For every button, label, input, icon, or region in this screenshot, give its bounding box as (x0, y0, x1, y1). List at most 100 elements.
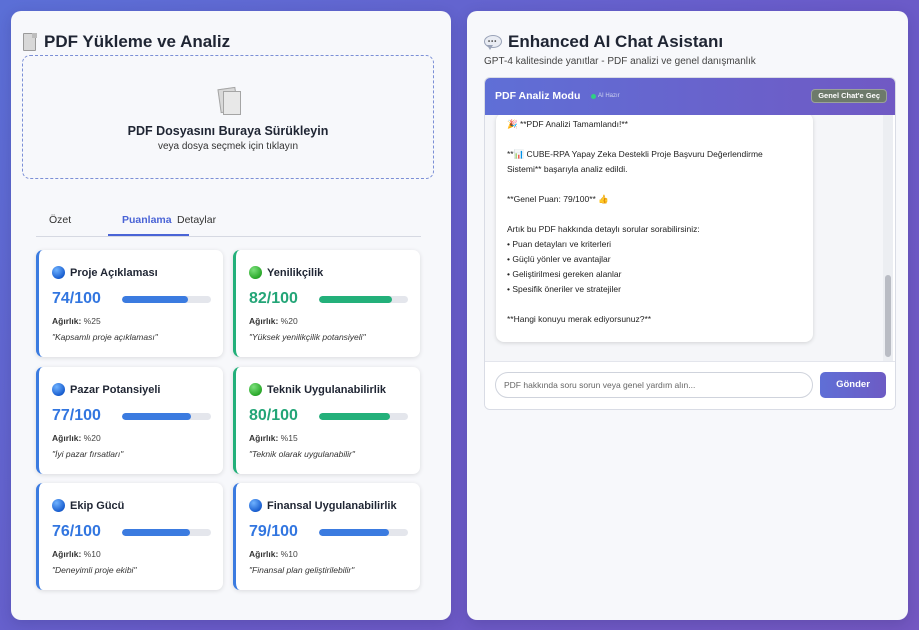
status-dot-icon (591, 93, 596, 99)
message-line: • Güçlü yönler ve avantajlar (507, 254, 611, 264)
chat-panel-subtitle: GPT-4 kalitesinde yanıtlar - PDF analizi… (484, 56, 756, 67)
upload-panel-title-text: PDF Yükleme ve Analiz (44, 32, 231, 51)
score-card: Proje Açıklaması 74/100 Ağırlık: %25 "Kapsa… (36, 250, 223, 357)
dropzone-title: PDF Dosyasını Buraya Sürükleyin (127, 124, 329, 138)
chat-header: PDF Analiz Modu AI Hazır Genel Chat'e Ge… (485, 78, 895, 115)
pdf-upload-panel: PDF Yükleme ve Analiz PDF Dosyasını Bura… (11, 11, 451, 620)
analysis-tabs: Özet Puanlama Detaylar (36, 210, 421, 237)
score-card-name: Yenilikçilik (267, 266, 324, 279)
score-card-title: Yenilikçilik (249, 266, 323, 279)
score-card-name: Finansal Uygulanabilirlik (267, 499, 397, 512)
score-progress-fill (319, 296, 392, 303)
message-line: • Geliştirilmesi gereken alanlar (507, 269, 622, 279)
message-line: • Puan detayları ve kriterleri (507, 239, 612, 249)
score-value: 76/100 (52, 523, 101, 540)
assistant-message: 🎉 **PDF Analizi Tamamlandı!** **📊 CUBE-RP… (496, 115, 813, 342)
score-card-title: Teknik Uygulanabilirlik (249, 383, 386, 396)
message-line: • Spesifik öneriler ve stratejiler (507, 284, 621, 294)
chat-scrollbar[interactable] (883, 115, 893, 361)
weight-value: %15 (280, 433, 298, 443)
score-description: "Teknik olarak uygulanabilir" (249, 449, 355, 459)
green-circle-icon (249, 383, 262, 396)
file-upload-icon (213, 86, 245, 118)
weight-value: %10 (83, 549, 101, 559)
score-progress-fill (122, 413, 191, 420)
message-line: 🎉 **PDF Analizi Tamamlandı!** (507, 119, 628, 129)
score-progress-fill (319, 529, 390, 536)
weight-label: Ağırlık: (52, 316, 82, 326)
score-value: 77/100 (52, 407, 101, 424)
score-description: "İyi pazar fırsatları" (52, 449, 124, 459)
score-card-name: Proje Açıklaması (70, 266, 158, 279)
chat-messages: 🎉 **PDF Analizi Tamamlandı!** **📊 CUBE-RP… (485, 115, 883, 361)
tab-ozet[interactable]: Özet (49, 214, 71, 226)
chat-panel-title: ••• Enhanced AI Chat Asistanı (484, 32, 723, 52)
score-progress-fill (319, 413, 391, 420)
active-tab-indicator (108, 234, 189, 236)
chat-mode-label: PDF Analiz Modu (495, 90, 581, 102)
score-card-title: Pazar Potansiyeli (52, 383, 161, 396)
document-icon (22, 32, 38, 52)
speech-bubble-icon: ••• (484, 34, 502, 50)
score-description: "Yüksek yenilikçilik potansiyeli" (249, 332, 366, 342)
dropzone-subtitle: veya dosya seçmek için tıklayın (157, 141, 299, 152)
score-card-name: Pazar Potansiyeli (70, 383, 161, 396)
switch-to-general-chat-button[interactable]: Genel Chat'e Geç (811, 89, 887, 103)
score-progress-bar (122, 413, 211, 420)
send-button[interactable]: Gönder (820, 372, 886, 398)
ai-status: AI Hazır (591, 93, 620, 99)
chat-scrollbar-thumb[interactable] (885, 275, 891, 357)
score-card: Teknik Uygulanabilirlik 80/100 Ağırlık: %1… (233, 367, 420, 474)
blue-circle-icon (52, 383, 65, 396)
blue-circle-icon (249, 499, 262, 512)
chat-panel: ••• Enhanced AI Chat Asistanı GPT-4 kali… (467, 11, 908, 620)
score-description: "Finansal plan geliştirilebilir" (249, 565, 355, 575)
score-weight: Ağırlık: %20 (249, 316, 298, 326)
chat-input-row: Gönder (485, 361, 895, 409)
score-card: Yenilikçilik 82/100 Ağırlık: %20 "Yüksek ye… (233, 250, 420, 357)
message-line: Sistemi** başarıyla analiz edildi. (507, 164, 628, 174)
score-card-name: Ekip Gücü (70, 499, 125, 512)
score-card: Pazar Potansiyeli 77/100 Ağırlık: %20 "İyi … (36, 367, 223, 474)
chat-input[interactable] (495, 372, 813, 398)
chat-window: PDF Analiz Modu AI Hazır Genel Chat'e Ge… (484, 77, 896, 410)
weight-label: Ağırlık: (249, 433, 279, 443)
weight-value: %20 (83, 433, 101, 443)
score-progress-bar (319, 413, 408, 420)
score-progress-fill (122, 529, 190, 536)
message-line: **📊 CUBE-RPA Yapay Zeka Destekli Proje B… (507, 149, 763, 159)
message-line: Artık bu PDF hakkında detaylı sorular so… (507, 224, 700, 234)
weight-label: Ağırlık: (52, 549, 82, 559)
weight-label: Ağırlık: (249, 549, 279, 559)
score-card-title: Proje Açıklaması (52, 266, 158, 279)
weight-label: Ağırlık: (249, 316, 279, 326)
score-value: 82/100 (249, 290, 298, 307)
score-progress-bar (122, 296, 211, 303)
score-weight: Ağırlık: %15 (249, 433, 298, 443)
blue-circle-icon (52, 499, 65, 512)
ai-status-text: AI Hazır (598, 93, 620, 99)
score-description: "Kapsamlı proje açıklaması" (52, 332, 158, 342)
score-value: 79/100 (249, 523, 298, 540)
chat-panel-title-text: Enhanced AI Chat Asistanı (508, 32, 724, 51)
score-value: 80/100 (249, 407, 298, 424)
score-progress-bar (122, 529, 211, 536)
score-weight: Ağırlık: %10 (249, 549, 298, 559)
pdf-dropzone[interactable]: PDF Dosyasını Buraya Sürükleyin veya dos… (22, 55, 434, 179)
score-card-title: Ekip Gücü (52, 499, 124, 512)
blue-circle-icon (52, 266, 65, 279)
score-card: Ekip Gücü 76/100 Ağırlık: %10 "Deneyimli pr… (36, 483, 223, 590)
score-weight: Ağırlık: %10 (52, 549, 101, 559)
message-line: **Hangi konuyu merak ediyorsunuz?** (507, 314, 652, 324)
upload-panel-title: PDF Yükleme ve Analiz (22, 32, 230, 52)
tab-detaylar[interactable]: Detaylar (177, 214, 216, 226)
score-card-name: Teknik Uygulanabilirlik (267, 383, 386, 396)
score-progress-fill (122, 296, 188, 303)
weight-value: %10 (280, 549, 298, 559)
tab-puanlama[interactable]: Puanlama (122, 214, 172, 226)
weight-label: Ağırlık: (52, 433, 82, 443)
score-weight: Ağırlık: %25 (52, 316, 101, 326)
score-card: Finansal Uygulanabilirlik 79/100 Ağırlık: … (233, 483, 420, 590)
score-weight: Ağırlık: %20 (52, 433, 101, 443)
score-progress-bar (319, 529, 408, 536)
